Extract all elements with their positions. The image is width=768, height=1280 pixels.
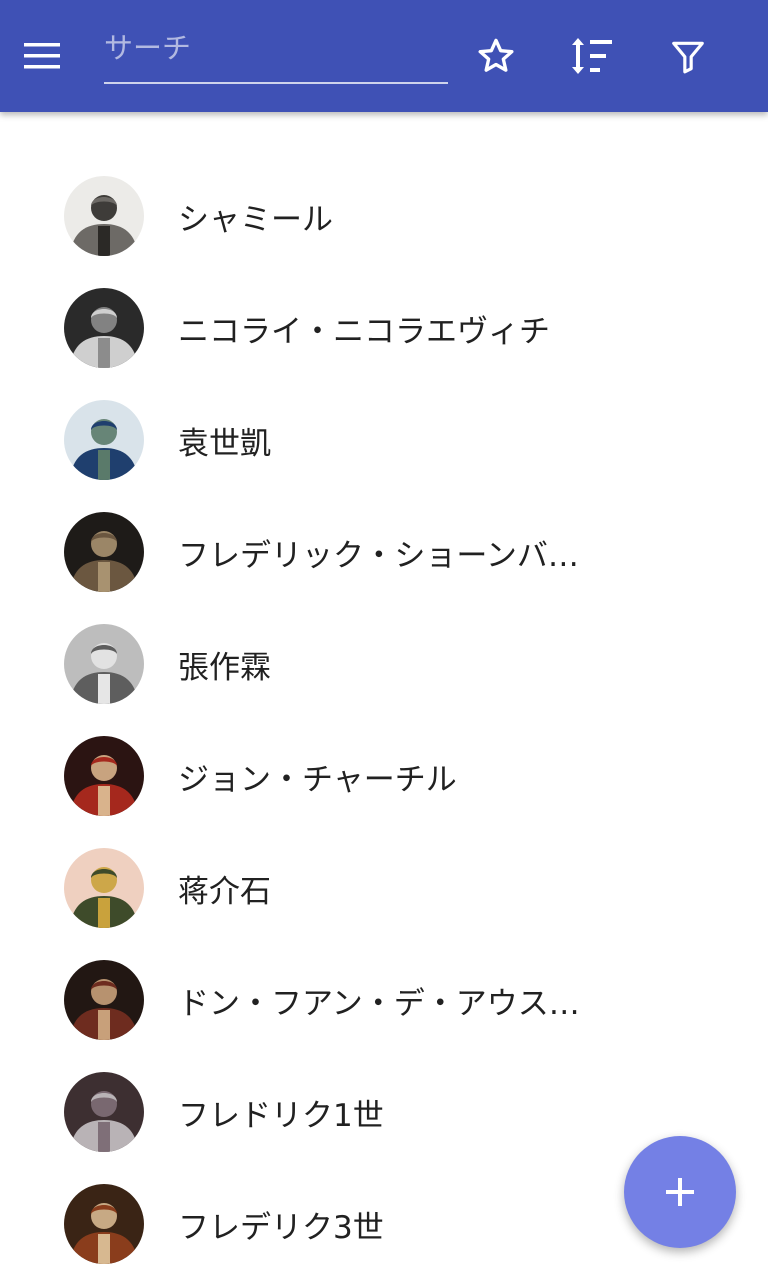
list-item[interactable]: ニコライ・ニコラエヴィチ	[0, 272, 768, 384]
avatar	[64, 400, 144, 480]
person-name: フレドリク1世	[178, 1097, 384, 1134]
portrait-image	[64, 736, 144, 816]
search-input[interactable]	[104, 20, 444, 76]
avatar	[64, 288, 144, 368]
portrait-image	[64, 176, 144, 256]
list-item[interactable]: フレデリック・ショーンバーグ	[0, 496, 768, 608]
avatar	[64, 176, 144, 256]
person-name: ジョン・チャーチル	[178, 761, 457, 798]
avatar	[64, 960, 144, 1040]
portrait-image	[64, 960, 144, 1040]
person-name: シャミール	[178, 201, 333, 238]
person-name: 張作霖	[178, 649, 271, 686]
favorites-button[interactable]	[468, 28, 524, 84]
person-name: 袁世凱	[178, 425, 271, 462]
sort-icon	[572, 38, 612, 74]
portrait-image	[64, 400, 144, 480]
portrait-image	[64, 624, 144, 704]
avatar	[64, 1184, 144, 1264]
portrait-image	[64, 1072, 144, 1152]
star-outline-icon	[478, 38, 514, 72]
avatar	[64, 1072, 144, 1152]
menu-icon	[24, 43, 60, 69]
list-item[interactable]: 張作霖	[0, 608, 768, 720]
list-item[interactable]: ジョン・チャーチル	[0, 720, 768, 832]
list-item[interactable]: 蒋介石	[0, 832, 768, 944]
person-name: ドン・フアン・デ・アウストリア	[178, 985, 598, 1022]
list-item[interactable]: ドン・フアン・デ・アウストリア	[0, 944, 768, 1056]
avatar	[64, 848, 144, 928]
portrait-image	[64, 848, 144, 928]
plus-icon	[666, 1178, 694, 1206]
person-name: フレデリク3世	[178, 1209, 384, 1246]
person-name: 蒋介石	[178, 873, 271, 910]
person-list: シャミール ニコライ・ニコラエヴィチ 袁世凱 フレデリック・ショーンバーグ 張作…	[0, 160, 768, 1280]
portrait-image	[64, 1184, 144, 1264]
person-name: ニコライ・ニコラエヴィチ	[178, 313, 550, 350]
search-field	[104, 20, 448, 84]
sort-button[interactable]	[564, 28, 620, 84]
filter-icon	[672, 41, 704, 74]
list-item[interactable]: 袁世凱	[0, 384, 768, 496]
portrait-image	[64, 512, 144, 592]
add-button[interactable]	[624, 1136, 736, 1248]
menu-button[interactable]	[24, 32, 88, 80]
list-item[interactable]: シャミール	[0, 160, 768, 272]
app-bar	[0, 0, 768, 112]
avatar	[64, 736, 144, 816]
avatar	[64, 624, 144, 704]
avatar	[64, 512, 144, 592]
portrait-image	[64, 288, 144, 368]
filter-button[interactable]	[660, 28, 716, 84]
person-name: フレデリック・ショーンバーグ	[178, 537, 598, 574]
